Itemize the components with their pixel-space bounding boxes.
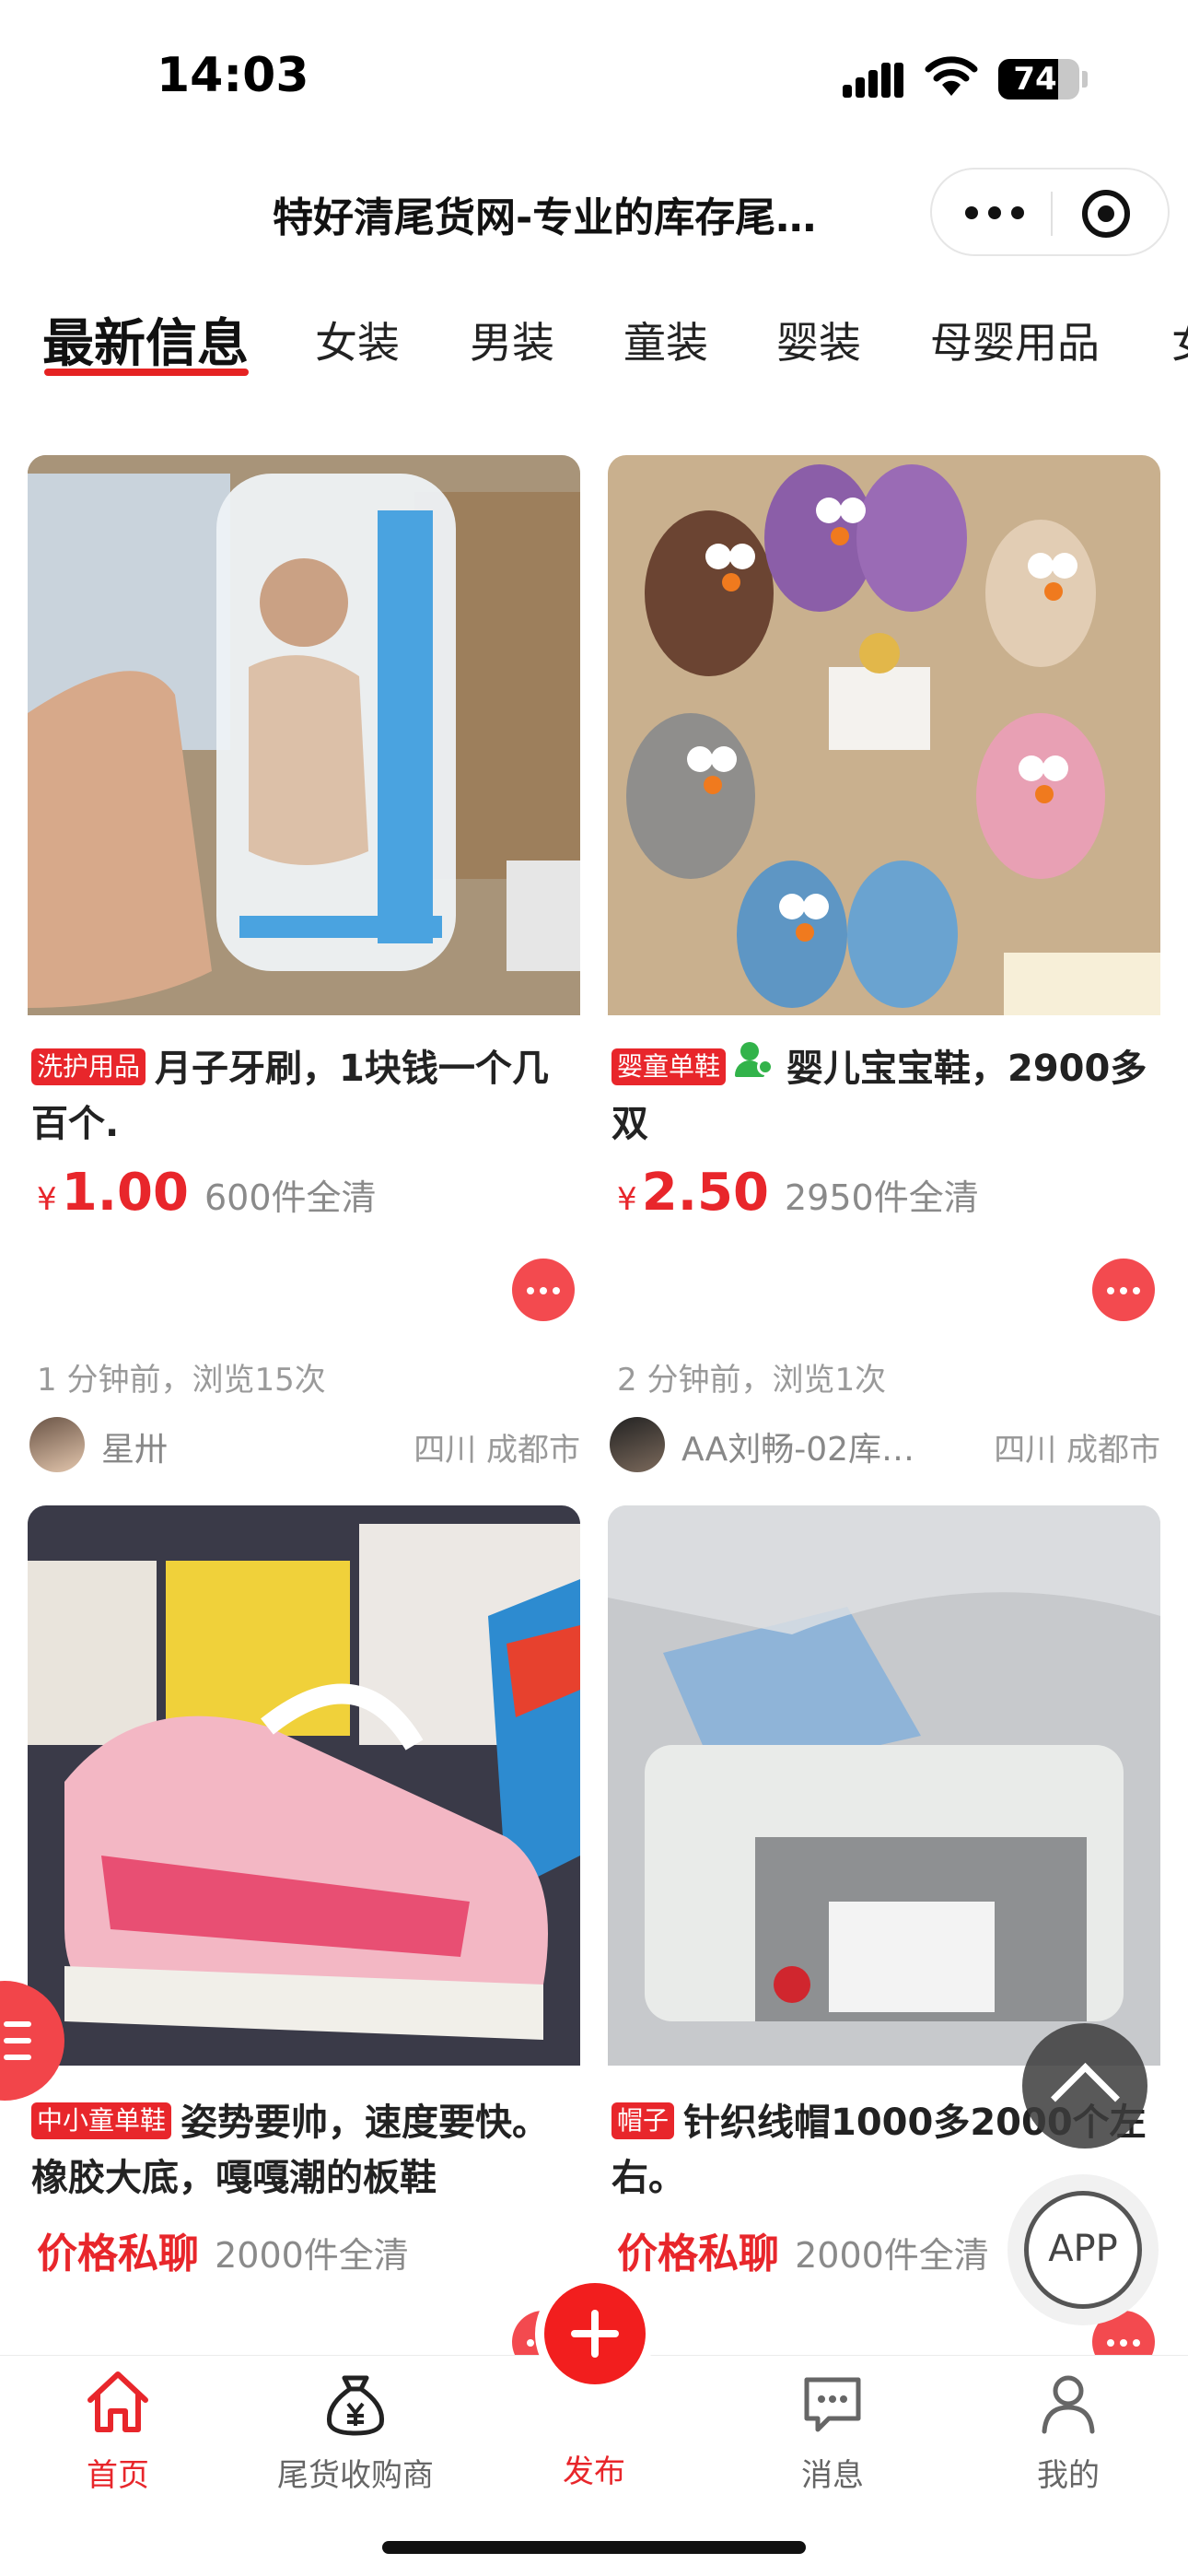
nav-label: 我的 — [1037, 2457, 1100, 2494]
listing-meta: 2 分钟前，浏览1次 — [617, 1362, 887, 1399]
capsule-divider — [1051, 192, 1053, 236]
listing-title[interactable]: 洗护用品 月子牙刷，1块钱一个几百个. — [31, 1041, 575, 1152]
tab-underline — [44, 369, 249, 376]
seller-name[interactable]: 星卅 — [101, 1423, 168, 1470]
publish-button[interactable] — [544, 2283, 646, 2384]
target-icon[interactable] — [1082, 190, 1130, 238]
seller-location: 四川 成都市 — [994, 1432, 1160, 1469]
category-tabs: 最新信息 女装 男装 童装 婴装 母婴用品 女 — [0, 295, 1188, 396]
more-dots-icon[interactable] — [965, 206, 1024, 221]
nav-label: 首页 — [87, 2457, 149, 2494]
category-tag: 洗护用品 — [31, 1048, 146, 1085]
price-negotiable: 价格私聊 — [37, 2231, 199, 2277]
tab-maternal[interactable]: 母婴用品 — [930, 310, 1100, 370]
quantity: 2000件全清 — [795, 2235, 989, 2276]
category-tag: 婴童单鞋 — [611, 1048, 727, 1085]
app-label: APP — [1024, 2191, 1142, 2309]
message-icon — [804, 2377, 861, 2432]
battery-icon: 74 — [998, 59, 1079, 100]
nav-home[interactable]: 首页 — [7, 2365, 228, 2495]
nav-label: 消息 — [801, 2457, 864, 2494]
mini-program-capsule — [930, 168, 1170, 256]
listing-title[interactable]: 婴童单鞋 婴儿宝宝鞋，2900多双 — [611, 1041, 1155, 1152]
currency-symbol: ¥ — [617, 1181, 637, 1218]
nav-buyers[interactable]: 尾货收购商 — [245, 2365, 466, 2495]
price-row: ¥ 2.50 2950件全清 — [617, 1163, 979, 1223]
home-indicator — [382, 2541, 806, 2554]
battery-percent: 74 — [1013, 61, 1057, 98]
category-tag: 帽子 — [611, 2102, 675, 2139]
verified-user-icon — [735, 1042, 775, 1079]
home-icon — [87, 2371, 148, 2432]
battery-cap — [1082, 71, 1088, 88]
status-bar: 14:03 74 — [0, 0, 1188, 147]
price-row: 价格私聊 2000件全清 — [617, 2220, 989, 2279]
wifi-icon — [925, 56, 978, 96]
more-options-button[interactable] — [1092, 1259, 1155, 1321]
tab-kids[interactable]: 童装 — [623, 310, 708, 370]
page-title: 特好清尾货网-专业的库存尾… — [273, 194, 817, 241]
nav-messages[interactable]: 消息 — [722, 2365, 943, 2495]
seller-info[interactable]: AA刘畅-02库… 四川 成都市 — [610, 1417, 1162, 1472]
seller-avatar[interactable] — [610, 1417, 665, 1472]
seller-name[interactable]: AA刘畅-02库… — [681, 1423, 914, 1470]
tab-more[interactable]: 女 — [1171, 310, 1188, 370]
tab-womens[interactable]: 女装 — [315, 310, 400, 370]
category-tag: 中小童单鞋 — [31, 2102, 172, 2139]
status-time: 14:03 — [157, 48, 309, 103]
money-bag-icon — [326, 2375, 385, 2436]
seller-avatar[interactable] — [29, 1417, 85, 1472]
tab-mens[interactable]: 男装 — [470, 310, 554, 370]
signal-icon — [843, 61, 903, 98]
user-icon — [1042, 2375, 1095, 2434]
listing-title[interactable]: 中小童单鞋 姿势要帅，速度要快。橡胶大底，嘎嘎潮的板鞋 — [31, 2095, 575, 2206]
seller-info[interactable]: 星卅 四川 成都市 — [29, 1417, 582, 1472]
price: 1.00 — [61, 1163, 189, 1223]
open-app-button[interactable]: APP — [1007, 2174, 1159, 2325]
quantity: 600件全清 — [204, 1177, 377, 1218]
title-bar: 特好清尾货网-专业的库存尾… — [0, 157, 1188, 267]
nav-profile[interactable]: 我的 — [958, 2365, 1179, 2495]
more-options-button[interactable] — [512, 1259, 575, 1321]
listing-photo[interactable] — [28, 1505, 580, 2066]
seller-location: 四川 成都市 — [413, 1432, 580, 1469]
scroll-to-top-button[interactable] — [1022, 2023, 1147, 2149]
listing-meta: 1 分钟前，浏览15次 — [37, 1362, 326, 1399]
quantity: 2000件全清 — [215, 2235, 409, 2276]
nav-label: 尾货收购商 — [277, 2457, 434, 2494]
currency-symbol: ¥ — [37, 1181, 57, 1218]
price-negotiable: 价格私聊 — [617, 2231, 779, 2277]
quantity: 2950件全清 — [785, 1177, 979, 1218]
nav-label: 发布 — [563, 2453, 625, 2490]
price-row: 价格私聊 2000件全清 — [37, 2220, 409, 2279]
tab-baby[interactable]: 婴装 — [776, 310, 861, 370]
listing-photo[interactable] — [608, 1505, 1160, 2066]
price: 2.50 — [641, 1163, 769, 1223]
listing-photo[interactable] — [28, 455, 580, 1015]
price-row: ¥ 1.00 600件全清 — [37, 1163, 377, 1223]
tab-latest[interactable]: 最新信息 — [42, 302, 249, 377]
listing-photo[interactable] — [608, 455, 1160, 1015]
